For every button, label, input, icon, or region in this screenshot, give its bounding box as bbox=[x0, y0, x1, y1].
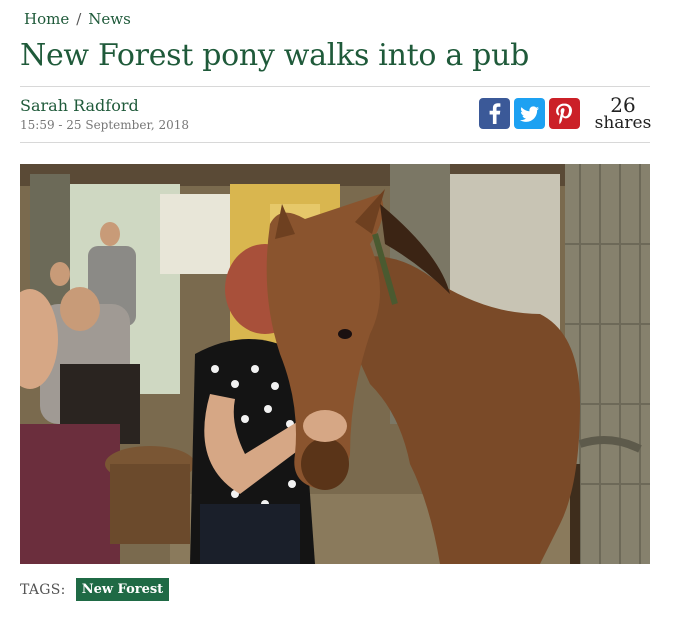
share-count-number: 26 bbox=[610, 93, 636, 117]
tags-label: TAGS: bbox=[20, 581, 66, 598]
share-count-label: shares bbox=[594, 113, 652, 133]
pony-in-pub-photo bbox=[20, 164, 650, 564]
facebook-icon bbox=[489, 103, 501, 124]
breadcrumb-home-link[interactable]: Home bbox=[24, 10, 69, 28]
facebook-share-button[interactable] bbox=[479, 98, 510, 129]
breadcrumb: Home / News bbox=[24, 10, 131, 28]
article-photo bbox=[20, 164, 650, 564]
divider bbox=[20, 142, 650, 143]
article-page: Home / News New Forest pony walks into a… bbox=[0, 0, 676, 618]
pinterest-icon bbox=[556, 103, 572, 125]
tag-new-forest[interactable]: New Forest bbox=[75, 578, 170, 601]
breadcrumb-separator: / bbox=[76, 10, 82, 28]
divider bbox=[20, 86, 650, 87]
author-link[interactable]: Sarah Radford bbox=[20, 96, 139, 115]
share-count: 26 shares bbox=[594, 95, 652, 132]
twitter-share-button[interactable] bbox=[514, 98, 545, 129]
breadcrumb-news-link[interactable]: News bbox=[88, 10, 131, 28]
pinterest-share-button[interactable] bbox=[549, 98, 580, 129]
tags-section: TAGS: New Forest bbox=[20, 578, 170, 601]
article-title: New Forest pony walks into a pub bbox=[20, 38, 529, 73]
twitter-icon bbox=[520, 106, 539, 122]
publish-date: 15:59 - 25 September, 2018 bbox=[20, 118, 190, 132]
